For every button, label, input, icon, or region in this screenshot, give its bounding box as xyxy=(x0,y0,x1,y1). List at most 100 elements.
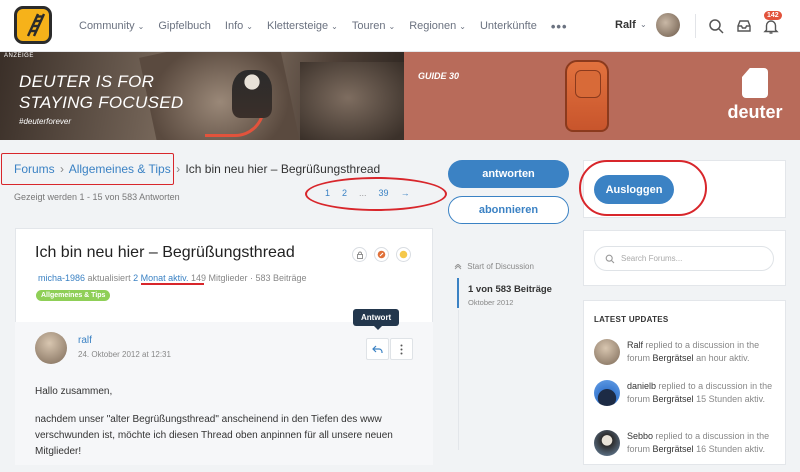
breadcrumb-forums[interactable]: Forums xyxy=(14,162,55,176)
timeline-start-label: Start of Discussion xyxy=(467,262,534,271)
latest-updates-title: LATEST UPDATES xyxy=(594,315,669,324)
climber-figure xyxy=(232,70,272,118)
update-user[interactable]: danielb xyxy=(627,381,656,391)
search-icon[interactable] xyxy=(707,17,725,35)
pin-icon[interactable] xyxy=(374,247,389,262)
nav-regionen[interactable]: Regionen ⌄ xyxy=(409,20,466,32)
timeline-track xyxy=(458,310,459,450)
thread-stats: 149 Mitglieder · 583 Beiträge xyxy=(190,273,307,283)
updated-ago-link[interactable]: 2 Monat aktiv. xyxy=(133,273,188,283)
chevron-down-icon: ⌄ xyxy=(640,20,647,29)
ad-product-name: GUIDE 30 xyxy=(418,71,460,81)
breadcrumb: Forums › Allgemeines & Tips › Ich bin ne… xyxy=(14,162,380,176)
star-icon[interactable] xyxy=(396,247,411,262)
reply-tooltip: Antwort xyxy=(353,309,400,330)
breadcrumb-category[interactable]: Allgemeines & Tips xyxy=(69,162,171,176)
deuter-wordmark: deuter xyxy=(727,102,783,122)
chevron-up-icon xyxy=(454,263,462,270)
ad-headline: DEUTER IS FOR STAYING FOCUSED xyxy=(19,71,183,113)
ad-label: ANZEIGE xyxy=(4,53,34,59)
nav-community[interactable]: Community ⌄ xyxy=(79,20,144,32)
chevron-down-icon: ⌄ xyxy=(331,22,338,31)
ad-headline-line1: DEUTER IS FOR xyxy=(19,72,155,91)
update-forum[interactable]: Bergrätsel xyxy=(653,444,694,454)
breadcrumb-current: Ich bin neu hier – Begrüßungsthread xyxy=(185,162,381,176)
page-2[interactable]: 2 xyxy=(342,188,347,198)
post-greeting: Hallo zusammen, xyxy=(35,386,113,397)
update-time: 15 Stunden aktiv. xyxy=(696,394,765,404)
reply-button[interactable]: antworten xyxy=(448,160,569,188)
reply-count-text: Gezeigt werden 1 - 15 von 583 Antworten xyxy=(14,192,180,202)
deuter-logo: deuter xyxy=(726,68,784,123)
forum-search[interactable] xyxy=(594,246,774,271)
rock-shape xyxy=(300,62,404,140)
timeline-handle[interactable] xyxy=(457,278,459,308)
ad-hashtag: #deuterforever xyxy=(19,117,72,126)
update-user[interactable]: Sebbo xyxy=(627,431,653,441)
page-ellipsis: ... xyxy=(359,188,367,198)
next-page-arrow[interactable]: → xyxy=(401,188,410,198)
nav-touren[interactable]: Touren ⌄ xyxy=(352,20,395,32)
category-tag[interactable]: Allgemeines & Tips xyxy=(36,290,111,301)
post-date: 24. Oktober 2012 at 12:31 xyxy=(78,350,171,359)
user-menu-name[interactable]: Ralf xyxy=(615,19,636,31)
logout-button[interactable]: Ausloggen xyxy=(594,175,674,204)
post-body: Hallo zusammen, nachdem unser "alter Beg… xyxy=(35,384,425,472)
main-nav: Community ⌄ Gipfelbuch Info ⌄ Klettersteig… xyxy=(79,0,568,52)
more-menu-button[interactable]: ••• xyxy=(551,19,568,34)
ladder-icon xyxy=(26,13,46,37)
update-time: an hour aktiv. xyxy=(696,353,750,363)
breadcrumb-separator: › xyxy=(60,162,65,176)
update-avatar[interactable] xyxy=(594,430,620,456)
ad-headline-line2: STAYING FOCUSED xyxy=(19,93,184,112)
backpack-image xyxy=(565,60,609,132)
search-icon xyxy=(605,254,615,263)
page-39[interactable]: 39 xyxy=(379,188,389,198)
deuter-mark-icon xyxy=(742,68,768,98)
timeline-date: Oktober 2012 xyxy=(468,298,514,307)
update-text: danielb replied to a discussion in the f… xyxy=(627,380,777,406)
ad-banner-photo: ANZEIGE DEUTER IS FOR STAYING FOCUSED #d… xyxy=(0,52,404,140)
user-avatar[interactable] xyxy=(656,13,680,37)
nav-klettersteige[interactable]: Klettersteige ⌄ xyxy=(267,20,338,32)
thread-meta: micha-1986 aktualisiert 2 Monat aktiv. 1… xyxy=(38,273,307,283)
update-user[interactable]: Ralf xyxy=(627,340,643,350)
lock-icon[interactable] xyxy=(352,247,367,262)
post-author-name[interactable]: ralf xyxy=(78,335,92,346)
nav-info[interactable]: Info ⌄ xyxy=(225,20,253,32)
thread-title: Ich bin neu hier – Begrüßungsthread xyxy=(35,244,295,261)
chevron-down-icon: ⌄ xyxy=(137,22,145,31)
site-logo[interactable] xyxy=(14,6,52,44)
notification-badge: 142 xyxy=(764,11,782,20)
update-avatar[interactable] xyxy=(594,339,620,365)
subscribe-button[interactable]: abonnieren xyxy=(448,196,569,224)
updated-prefix: aktualisiert xyxy=(87,273,131,283)
top-navigation-bar: Community ⌄ Gipfelbuch Info ⌄ Klettersteig… xyxy=(0,0,800,52)
post-author-avatar[interactable] xyxy=(35,332,67,364)
nav-gipfelbuch[interactable]: Gipfelbuch xyxy=(158,20,211,32)
chevron-down-icon: ⌄ xyxy=(246,22,253,31)
reply-icon[interactable] xyxy=(366,338,389,360)
update-forum[interactable]: Bergrätsel xyxy=(653,353,694,363)
timeline-count: 1 von 583 Beiträge xyxy=(468,284,552,295)
update-forum[interactable]: Bergrätsel xyxy=(653,394,694,404)
thread-author-link[interactable]: micha-1986 xyxy=(38,273,85,283)
page-1[interactable]: 1 xyxy=(325,188,330,198)
breadcrumb-separator: › xyxy=(176,162,181,176)
ad-banner[interactable]: ANZEIGE DEUTER IS FOR STAYING FOCUSED #d… xyxy=(0,52,800,140)
timeline-start[interactable]: Start of Discussion xyxy=(454,262,534,271)
more-options-icon[interactable] xyxy=(390,338,413,360)
pagination: 1 2 ... 39 → xyxy=(325,188,422,198)
forum-search-input[interactable] xyxy=(621,254,761,263)
update-text: Ralf replied to a discussion in the foru… xyxy=(627,339,777,365)
chevron-down-icon: ⌄ xyxy=(388,22,396,31)
update-text: Sebbo replied to a discussion in the for… xyxy=(627,430,777,456)
update-avatar[interactable] xyxy=(594,380,620,406)
inbox-icon[interactable] xyxy=(735,17,753,35)
post-text: nachdem unser "alter Begrüßungsthread" a… xyxy=(35,414,393,457)
nav-unterkuenfte[interactable]: Unterkünfte xyxy=(480,20,537,32)
divider xyxy=(695,14,696,38)
ad-banner-product: GUIDE 30 deuter xyxy=(404,52,800,140)
chevron-down-icon: ⌄ xyxy=(459,22,466,31)
update-time: 16 Stunden aktiv. xyxy=(696,444,765,454)
